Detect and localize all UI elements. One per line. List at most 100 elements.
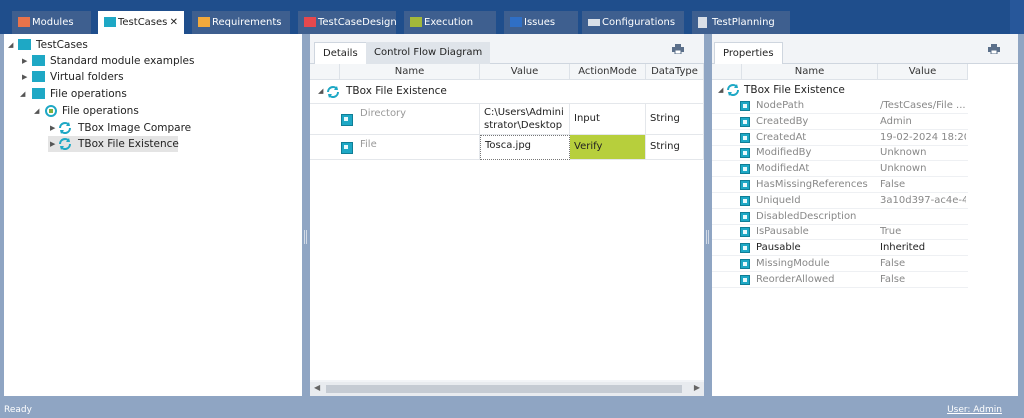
col-header-value[interactable]: Value: [480, 64, 570, 80]
cell-value-file[interactable]: Tosca.jpg: [480, 135, 570, 160]
user-link[interactable]: User: Admin: [947, 402, 1002, 418]
tab-testcases[interactable]: TestCases ✕: [98, 11, 184, 35]
scroll-thumb[interactable]: [326, 385, 682, 393]
tab-label: TestPlanning: [712, 17, 775, 28]
table-row[interactable]: ModifiedBy Unknown: [712, 145, 968, 162]
table-row[interactable]: NodePath/TestCases/File ...: [712, 98, 968, 114]
tab-label: Issues: [524, 17, 556, 28]
close-icon[interactable]: ✕: [170, 11, 178, 34]
tab-label: Modules: [32, 17, 74, 28]
table-row[interactable]: CreatedAt 19-02-2024 18:20...: [712, 130, 968, 146]
tab-modules[interactable]: Modules: [12, 11, 91, 34]
col-header-datatype[interactable]: DataType: [646, 64, 704, 80]
modules-icon: [18, 17, 30, 27]
property-value[interactable]: Inherited: [880, 240, 966, 256]
col-header-name[interactable]: Name: [742, 64, 878, 80]
property-value[interactable]: /TestCases/File ...: [880, 98, 966, 114]
collapsed-arrow-icon[interactable]: ▶: [22, 53, 30, 69]
property-icon: [740, 180, 750, 190]
tab-properties[interactable]: Properties: [714, 42, 783, 64]
property-value[interactable]: Unknown: [880, 145, 966, 161]
folder-icon: [32, 88, 45, 99]
table-row[interactable]: ModifiedAt Unknown: [712, 161, 968, 178]
grid-header-spacer: [310, 64, 340, 80]
tab-label: TestCaseDesign: [318, 17, 397, 28]
table-row[interactable]: MissingModule False: [712, 256, 968, 272]
property-name: ReorderAllowed: [756, 273, 835, 285]
tab-requirements[interactable]: Requirements: [192, 11, 290, 34]
property-value[interactable]: False: [880, 177, 966, 193]
print-icon[interactable]: [672, 44, 684, 54]
splitter-grip[interactable]: [304, 230, 307, 244]
scroll-left-icon[interactable]: ◀: [314, 383, 320, 392]
row-icon-cell: [310, 135, 356, 160]
tree-item-label: TBox File Existence: [78, 138, 179, 150]
table-row[interactable]: UniqueId 3a10d397-ac4e-4...: [712, 193, 968, 209]
collapsed-arrow-icon[interactable]: ▶: [50, 120, 58, 136]
collapsed-arrow-icon[interactable]: ▶: [50, 136, 58, 152]
property-icon: [740, 227, 750, 238]
col-header-name[interactable]: Name: [340, 64, 480, 80]
tab-testcasedesign[interactable]: TestCaseDesign: [298, 11, 397, 34]
cell-name-directory[interactable]: Directory: [356, 104, 480, 135]
left-splitter[interactable]: [302, 34, 310, 396]
property-name: DisabledDescription: [756, 210, 857, 222]
tree-item-label: Standard module examples: [50, 55, 195, 67]
property-value[interactable]: True: [880, 224, 966, 240]
property-icon: [740, 148, 750, 159]
expanded-arrow-icon[interactable]: ◢: [8, 37, 16, 53]
tab-issues[interactable]: Issues: [504, 11, 578, 34]
expanded-arrow-icon[interactable]: ◢: [718, 82, 726, 98]
tab-execution[interactable]: Execution: [404, 11, 496, 34]
print-icon[interactable]: [988, 44, 1000, 54]
col-header-actionmode[interactable]: ActionMode: [570, 64, 646, 80]
collapsed-arrow-icon[interactable]: ▶: [22, 69, 30, 85]
testcases-icon: [104, 17, 116, 27]
table-row[interactable]: HasMissingReferences False: [712, 177, 968, 193]
property-value[interactable]: Admin: [880, 114, 966, 130]
tab-details[interactable]: Details: [314, 42, 367, 64]
details-grid: Name Value ActionMode DataType ◢ TBox Fi…: [310, 64, 704, 380]
table-row[interactable]: IsPausable True: [712, 224, 968, 241]
property-value[interactable]: 3a10d397-ac4e-4...: [880, 193, 966, 209]
expanded-arrow-icon[interactable]: ◢: [318, 87, 326, 95]
property-name: UniqueId: [756, 194, 801, 206]
table-row[interactable]: ReorderAllowed False: [712, 272, 968, 288]
property-value[interactable]: False: [880, 256, 966, 272]
cell-action-directory[interactable]: Input: [570, 104, 646, 135]
splitter-grip[interactable]: [706, 230, 709, 244]
expanded-arrow-icon[interactable]: ◢: [20, 86, 28, 102]
table-row[interactable]: DisabledDescription: [712, 209, 968, 225]
table-row-module[interactable]: ◢ TBox File Existence: [310, 80, 704, 104]
properties-title: TBox File Existence: [744, 84, 845, 96]
horizontal-scrollbar[interactable]: ◀ ▶: [310, 382, 704, 396]
cell-value-directory[interactable]: C:\Users\Admini strator\Desktop: [480, 104, 570, 135]
property-value[interactable]: 19-02-2024 18:20...: [880, 130, 966, 146]
table-row[interactable]: Pausable Inherited: [712, 240, 968, 257]
issues-icon: [510, 17, 522, 27]
cell-action-file[interactable]: Verify: [570, 135, 646, 160]
tab-control-flow-diagram[interactable]: Control Flow Diagram: [366, 42, 491, 64]
tab-testplanning[interactable]: TestPlanning: [692, 11, 790, 34]
property-value[interactable]: False: [880, 272, 966, 288]
tab-label: Configurations: [602, 17, 676, 28]
folder-icon: [32, 71, 45, 82]
property-icon: [740, 195, 750, 206]
properties-title-row[interactable]: ◢ TBox File Existence: [712, 82, 968, 98]
row-icon-cell: [310, 104, 356, 135]
col-header-value[interactable]: Value: [878, 64, 968, 80]
tab-label: TestCases: [118, 17, 168, 28]
cell-type-file[interactable]: String: [646, 135, 704, 160]
cell-type-directory[interactable]: String: [646, 104, 704, 135]
expanded-arrow-icon[interactable]: ◢: [34, 103, 42, 119]
table-row[interactable]: CreatedBy Admin: [712, 114, 968, 130]
right-splitter[interactable]: [704, 34, 712, 396]
tab-configurations[interactable]: Configurations: [582, 11, 684, 34]
property-icon: [740, 132, 750, 143]
tree-item-tbox-file-existence[interactable]: ▶ TBox File Existence: [48, 136, 179, 152]
cell-name-file[interactable]: File: [356, 135, 480, 160]
property-icon: [740, 164, 750, 175]
scroll-right-icon[interactable]: ▶: [694, 383, 700, 392]
property-name: Pausable: [756, 242, 801, 254]
property-value[interactable]: Unknown: [880, 161, 966, 177]
